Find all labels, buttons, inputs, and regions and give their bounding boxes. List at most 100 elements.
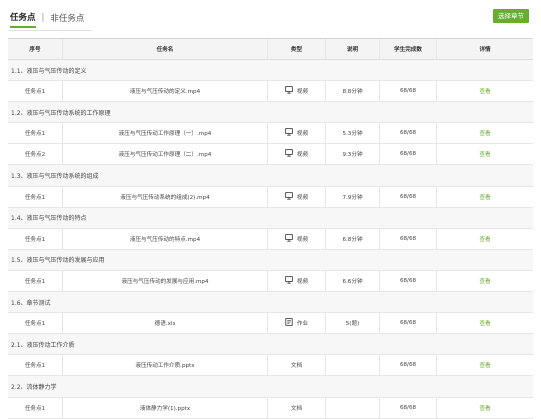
task-detail-cell: 查看 bbox=[437, 355, 533, 375]
task-description: 9.3分钟 bbox=[326, 144, 380, 165]
view-detail-link[interactable]: 查看 bbox=[479, 150, 490, 158]
chapter-row: 1.1、液压与气压传动的定义 bbox=[8, 60, 533, 82]
task-table: 序号 任务名 类型 说明 学生完成数 详情 1.1、液压与气压传动的定义任务点1… bbox=[8, 38, 533, 419]
task-completion: 68/68 bbox=[380, 228, 437, 249]
monitor-icon bbox=[285, 128, 293, 138]
task-number: 任务点1 bbox=[8, 313, 63, 334]
task-description: 5(题) bbox=[326, 313, 380, 334]
task-name: 液压传动工作介质.pptx bbox=[63, 355, 268, 376]
task-detail-cell: 查看 bbox=[437, 81, 533, 101]
task-type: 视频 bbox=[268, 228, 326, 249]
monitor-icon bbox=[285, 149, 293, 159]
task-type: 视频 bbox=[268, 270, 326, 292]
task-name: 液体静力学(1).pptx bbox=[63, 397, 268, 418]
view-detail-link[interactable]: 查看 bbox=[479, 129, 490, 137]
task-name: 液压与气压传动工作原理（一）.mp4 bbox=[63, 123, 268, 144]
task-description: 6.6分钟 bbox=[326, 270, 380, 292]
view-detail-link[interactable]: 查看 bbox=[479, 404, 490, 412]
task-row: 任务点1 液压与气压传动系统的组成(2).mp4 视频 7.9分钟 68/68 查看 bbox=[8, 186, 533, 208]
column-header-no: 序号 bbox=[8, 39, 63, 59]
column-header-name: 任务名 bbox=[63, 39, 268, 59]
task-description: 6.8分钟 bbox=[326, 228, 380, 249]
chapter-title: 2.2、流体静力学 bbox=[11, 383, 57, 391]
tab-task-points[interactable]: 任务点 bbox=[10, 11, 36, 28]
task-completion: 68/68 bbox=[380, 355, 437, 376]
task-number: 任务点2 bbox=[8, 144, 63, 165]
task-type: 视频 bbox=[268, 186, 326, 207]
task-completion: 68/68 bbox=[380, 270, 437, 292]
task-description: 8.8分钟 bbox=[326, 81, 380, 102]
task-type: 视频 bbox=[268, 144, 326, 165]
task-number: 任务点1 bbox=[8, 123, 63, 144]
task-row: 任务点1 液压与气压传动工作原理（一）.mp4 视频 5.3分钟 68/68 查看 bbox=[8, 123, 533, 145]
chapter-title: 1.1、液压与气压传动的定义 bbox=[11, 67, 87, 75]
task-description: 5.3分钟 bbox=[326, 123, 380, 144]
column-header-done: 学生完成数 bbox=[380, 39, 437, 59]
task-row: 任务点1 液压与气压传动的发展与应用.mp4 视频 6.6分钟 68/68 查看 bbox=[8, 270, 533, 293]
task-completion: 68/68 bbox=[380, 186, 437, 207]
chapter-title: 1.3、液压与气压传动系统的组成 bbox=[11, 173, 99, 181]
task-detail-cell: 查看 bbox=[437, 123, 533, 143]
view-detail-link[interactable]: 查看 bbox=[479, 319, 490, 327]
column-header-desc: 说明 bbox=[326, 39, 380, 59]
chapter-row: 1.2、液压与气压传动系统的工作原理 bbox=[8, 102, 533, 124]
task-name: 液压与气压传动系统的组成(2).mp4 bbox=[63, 186, 268, 207]
tab-separator: | bbox=[41, 12, 45, 23]
column-header-detail: 详情 bbox=[479, 47, 491, 53]
monitor-icon bbox=[285, 191, 293, 202]
task-type-label: 文档 bbox=[290, 363, 303, 370]
task-type: 视频 bbox=[268, 123, 326, 144]
monitor-icon bbox=[285, 276, 293, 286]
task-type-label: 视频 bbox=[296, 194, 309, 201]
task-row: 任务点1 德语.xls 作业 5(题) 68/68 查看 bbox=[8, 313, 533, 335]
task-number: 任务点1 bbox=[8, 228, 63, 249]
task-tabs: 任务点 | 非任务点 bbox=[10, 8, 84, 30]
task-completion: 68/68 bbox=[380, 397, 437, 418]
task-completion: 68/68 bbox=[380, 313, 437, 334]
monitor-icon bbox=[285, 234, 293, 244]
column-header-type: 类型 bbox=[268, 39, 326, 59]
chapter-row: 1.6、章节测试 bbox=[8, 292, 533, 314]
task-type: 文档 bbox=[268, 355, 326, 376]
chapter-title: 1.4、液压与气压传动的特点 bbox=[11, 215, 87, 223]
task-name: 液压与气压传动的特点.mp4 bbox=[63, 228, 268, 249]
task-type-label: 视频 bbox=[296, 89, 309, 96]
task-number: 任务点1 bbox=[8, 355, 63, 376]
task-name: 液压与气压传动的发展与应用.mp4 bbox=[63, 270, 268, 292]
task-description bbox=[326, 397, 380, 418]
task-number: 任务点1 bbox=[8, 81, 63, 102]
tab-non-task-points[interactable]: 非任务点 bbox=[50, 12, 84, 27]
task-type-label: 视频 bbox=[296, 131, 309, 138]
task-completion: 68/68 bbox=[380, 81, 437, 102]
task-type-label: 视频 bbox=[296, 236, 309, 243]
view-detail-link[interactable]: 查看 bbox=[479, 361, 490, 369]
select-chapter-button[interactable]: 选择章节 bbox=[493, 9, 529, 23]
task-name: 液压与气压传动工作原理（二）.mp4 bbox=[63, 144, 268, 165]
task-row: 任务点1 液压与气压传动的特点.mp4 视频 6.8分钟 68/68 查看 bbox=[8, 228, 533, 250]
chapter-row: 2.2、流体静力学 bbox=[8, 376, 533, 398]
task-detail-cell: 查看 bbox=[437, 144, 533, 164]
chapter-title: 1.6、章节测试 bbox=[11, 299, 51, 307]
view-detail-link[interactable]: 查看 bbox=[479, 235, 490, 243]
task-description: 7.9分钟 bbox=[326, 186, 380, 207]
task-detail-cell: 查看 bbox=[437, 398, 533, 418]
task-name: 德语.xls bbox=[63, 313, 268, 334]
task-number: 任务点1 bbox=[8, 186, 63, 207]
view-detail-link[interactable]: 查看 bbox=[479, 193, 490, 201]
task-number: 任务点1 bbox=[8, 270, 63, 292]
chapter-row: 2.1、液压传动工作介质 bbox=[8, 334, 533, 356]
chapter-row: 1.3、液压与气压传动系统的组成 bbox=[8, 165, 533, 187]
chapter-title: 1.5、液压与气压传动的发展与应用 bbox=[11, 257, 105, 265]
view-detail-link[interactable]: 查看 bbox=[479, 277, 490, 285]
task-row: 任务点2 液压与气压传动工作原理（二）.mp4 视频 9.3分钟 68/68 查看 bbox=[8, 144, 533, 166]
view-detail-link[interactable]: 查看 bbox=[479, 87, 490, 95]
task-type: 视频 bbox=[268, 81, 326, 102]
task-type-label: 文档 bbox=[290, 405, 303, 412]
task-number: 任务点1 bbox=[8, 397, 63, 418]
task-detail-cell: 查看 bbox=[437, 271, 533, 291]
task-detail-cell: 查看 bbox=[437, 313, 533, 333]
task-type: 作业 bbox=[268, 313, 326, 334]
task-row: 任务点1 液体静力学(1).pptx 文档 68/68 查看 bbox=[8, 397, 533, 419]
task-row: 任务点1 液压与气压传动的定义.mp4 视频 8.8分钟 68/68 查看 bbox=[8, 81, 533, 103]
task-completion: 68/68 bbox=[380, 123, 437, 144]
